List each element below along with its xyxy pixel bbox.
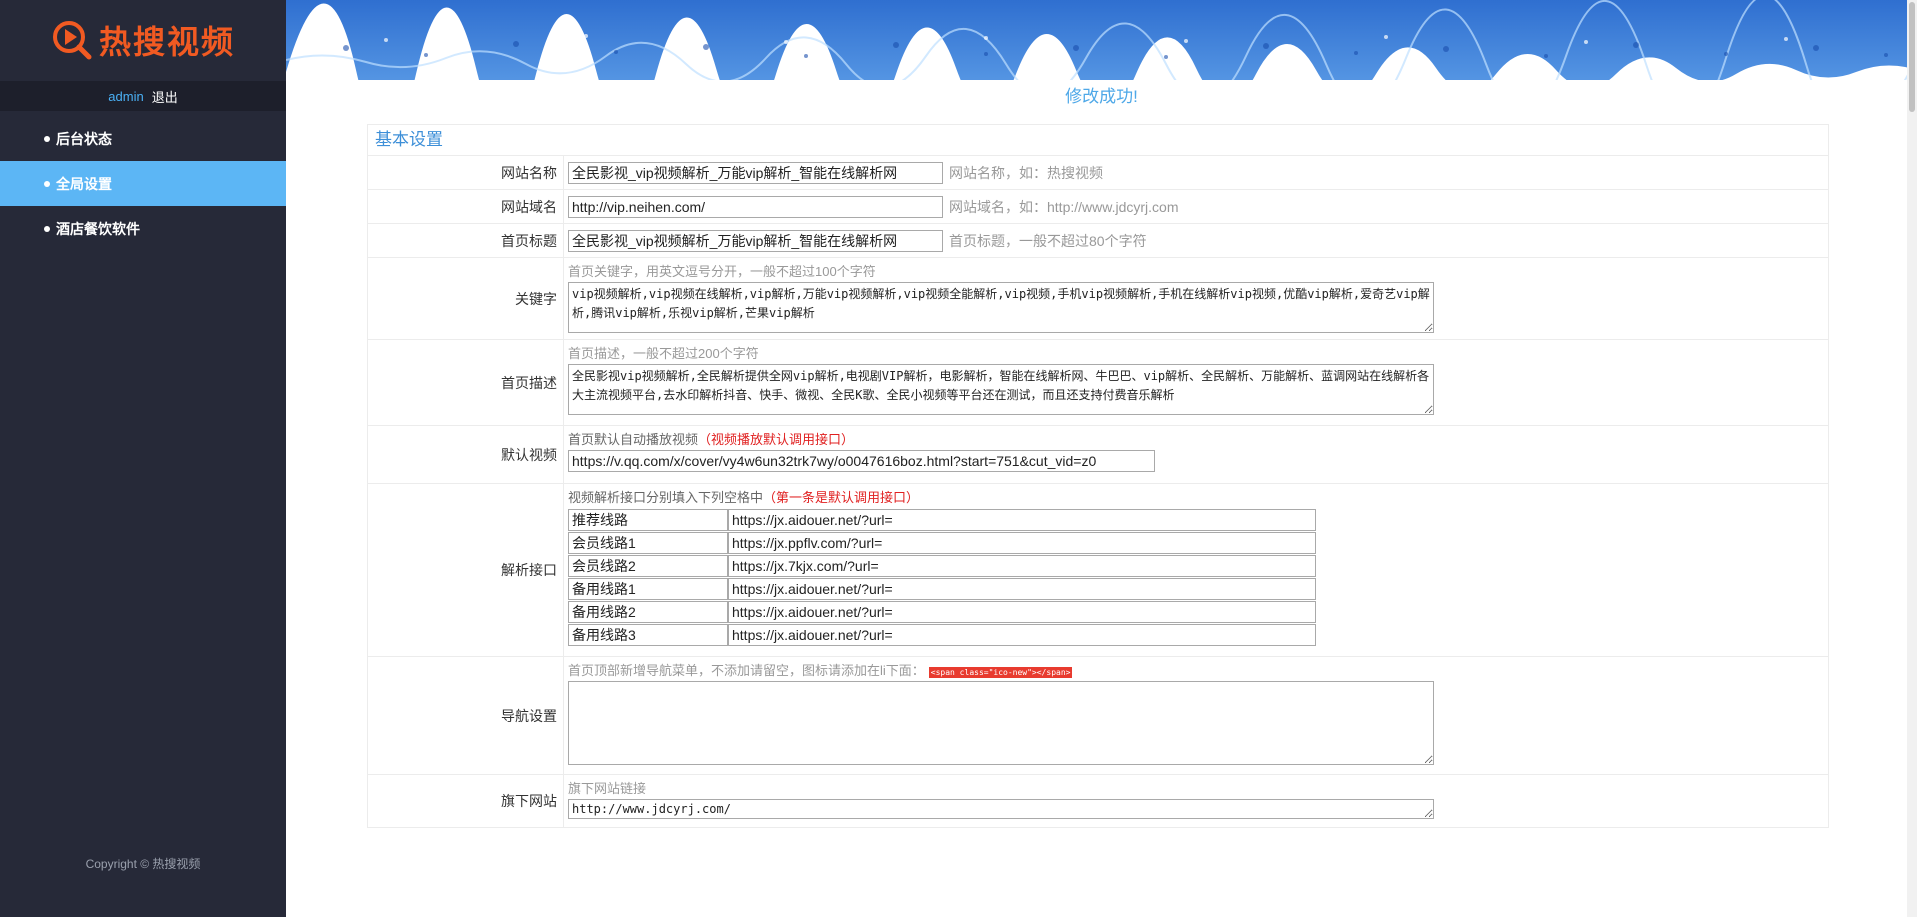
copyright: Copyright © 热搜视频	[85, 857, 201, 871]
home-title-input[interactable]	[568, 229, 943, 252]
sidebar-item-label: 后台状态	[56, 130, 112, 147]
table-row	[568, 508, 1316, 531]
success-message: 修改成功!	[1065, 87, 1138, 106]
keywords-hint: 首页关键字，用英文逗号分开，一般不超过100个字符	[568, 264, 876, 279]
keywords-label: 关键字	[368, 258, 564, 339]
keywords-row: 关键字 首页关键字，用英文逗号分开，一般不超过100个字符 vip视频解析,vi…	[368, 258, 1828, 340]
panel-title: 基本设置	[368, 125, 1828, 156]
line-url-input[interactable]	[728, 508, 1316, 531]
site-name-label: 网站名称	[368, 156, 564, 189]
code-sample: <span class="ico-new"></span>	[928, 667, 1073, 678]
line-url-input[interactable]	[728, 554, 1316, 577]
keywords-textarea[interactable]: vip视频解析,vip视频在线解析,vip解析,万能vip视频解析,vip视频全…	[568, 282, 1434, 333]
nav-settings-textarea[interactable]	[568, 681, 1434, 765]
default-video-row: 默认视频 首页默认自动播放视频（视频播放默认调用接口）	[368, 426, 1828, 484]
site-domain-label: 网站域名	[368, 190, 564, 223]
site-name-input[interactable]	[568, 161, 943, 184]
default-video-input[interactable]	[568, 450, 1155, 472]
sidebar-nav: 后台状态 全局设置 酒店餐饮软件	[0, 116, 286, 251]
sidebar-item-label: 全局设置	[56, 175, 112, 192]
logo-text: 热搜视频	[98, 23, 235, 61]
sidebar-item-global-settings[interactable]: 全局设置	[0, 161, 286, 206]
parse-api-table	[568, 508, 1316, 646]
sidebar-item-status[interactable]: 后台状态	[0, 116, 286, 161]
logout-link[interactable]: 退出	[152, 87, 178, 106]
site-name-hint: 网站名称，如：热搜视频	[949, 164, 1103, 181]
nav-settings-label: 导航设置	[368, 657, 564, 774]
line-url-input[interactable]	[728, 531, 1316, 554]
sidebar-item-hotel-software[interactable]: 酒店餐饮软件	[0, 206, 286, 251]
line-name-input[interactable]	[568, 600, 728, 623]
table-row	[568, 623, 1316, 646]
parse-api-label: 解析接口	[368, 484, 564, 656]
bullet-icon	[44, 180, 50, 187]
default-video-hint: 首页默认自动播放视频	[568, 432, 699, 447]
home-title-label: 首页标题	[368, 224, 564, 257]
sub-sites-textarea[interactable]: http://www.jdcyrj.com/	[568, 799, 1434, 819]
line-url-input[interactable]	[728, 577, 1316, 600]
sub-sites-row: 旗下网站 旗下网站链接 http://www.jdcyrj.com/	[368, 775, 1828, 827]
page-scrollbar[interactable]	[1907, 0, 1917, 917]
bullet-icon	[44, 135, 50, 142]
description-hint: 首页描述，一般不超过200个字符	[568, 346, 759, 361]
play-search-icon	[52, 21, 92, 60]
site-domain-hint: 网站域名，如：http://www.jdcyrj.com	[949, 198, 1179, 215]
site-domain-row: 网站域名 网站域名，如：http://www.jdcyrj.com	[368, 190, 1828, 224]
description-row: 首页描述 首页描述，一般不超过200个字符 全民影视vip视频解析,全民解析提供…	[368, 340, 1828, 426]
home-title-hint: 首页标题，一般不超过80个字符	[949, 232, 1147, 249]
parse-api-row: 解析接口 视频解析接口分别填入下列空格中（第一条是默认调用接口）	[368, 484, 1828, 657]
default-video-label: 默认视频	[368, 426, 564, 483]
line-name-input[interactable]	[568, 554, 728, 577]
table-row	[568, 600, 1316, 623]
parse-api-hint-red: （第一条是默认调用接口）	[763, 490, 920, 505]
sidebar: 热搜视频 admin 退出 后台状态 全局设置 酒店餐饮软件 Copyright…	[0, 0, 286, 917]
nav-settings-row: 导航设置 首页顶部新增导航菜单，不添加请留空，图标请添加在li下面： <span …	[368, 657, 1828, 775]
line-name-input[interactable]	[568, 508, 728, 531]
settings-panel: 基本设置 网站名称 网站名称，如：热搜视频 网站域名 网站域名，如：http:/…	[367, 124, 1829, 828]
nav-settings-hint: 首页顶部新增导航菜单，不添加请留空，图标请添加在li下面：	[568, 663, 925, 678]
logo[interactable]: 热搜视频	[0, 0, 286, 80]
line-name-input[interactable]	[568, 623, 728, 646]
line-url-input[interactable]	[728, 600, 1316, 623]
table-row	[568, 531, 1316, 554]
site-domain-input[interactable]	[568, 195, 943, 218]
line-name-input[interactable]	[568, 577, 728, 600]
wave-banner-image	[286, 0, 1917, 80]
table-row	[568, 577, 1316, 600]
line-name-input[interactable]	[568, 531, 728, 554]
username-link[interactable]: admin	[108, 89, 143, 104]
sidebar-item-label: 酒店餐饮软件	[56, 220, 140, 237]
scroll-thumb[interactable]	[1909, 2, 1915, 112]
default-video-hint-red: （视频播放默认调用接口）	[698, 432, 855, 447]
table-row	[568, 554, 1316, 577]
site-name-row: 网站名称 网站名称，如：热搜视频	[368, 156, 1828, 190]
parse-api-hint: 视频解析接口分别填入下列空格中	[568, 490, 764, 505]
sub-sites-hint: 旗下网站链接	[568, 781, 647, 796]
header-banner	[286, 0, 1917, 80]
description-label: 首页描述	[368, 340, 564, 425]
line-url-input[interactable]	[728, 623, 1316, 646]
home-title-row: 首页标题 首页标题，一般不超过80个字符	[368, 224, 1828, 258]
sub-sites-label: 旗下网站	[368, 775, 564, 827]
description-textarea[interactable]: 全民影视vip视频解析,全民解析提供全网vip解析,电视剧VIP解析，电影解析，…	[568, 364, 1434, 415]
bullet-icon	[44, 225, 50, 232]
user-bar: admin 退出	[0, 81, 286, 111]
